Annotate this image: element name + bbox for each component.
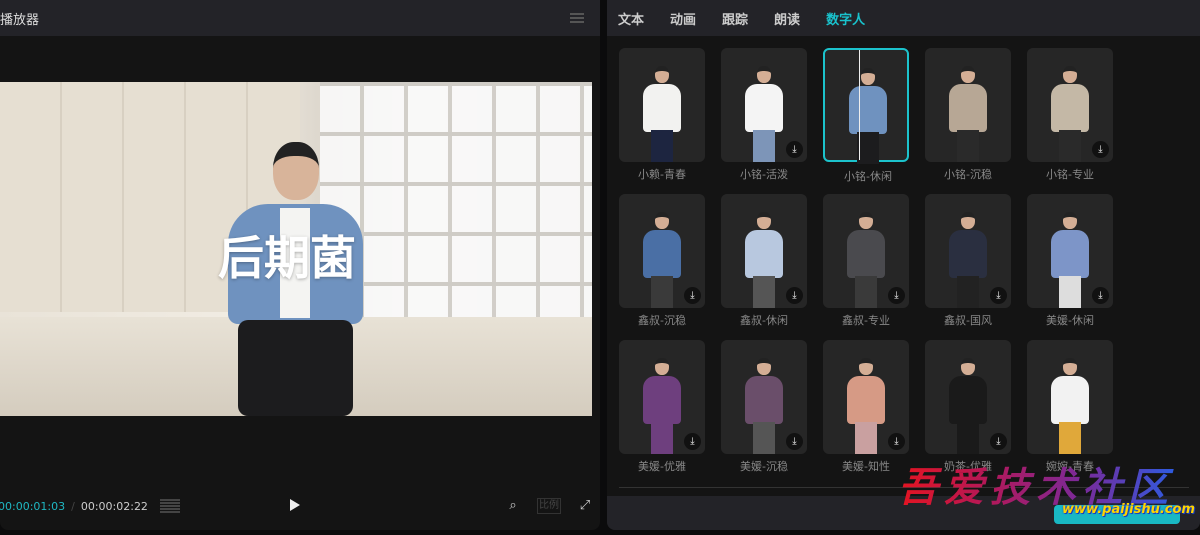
- avatar-label: 小铭-专业: [1046, 168, 1094, 181]
- avatar-card[interactable]: ⤓ 美媛-知性: [823, 340, 909, 473]
- avatar-card[interactable]: ⤓ 小铭-活泼: [721, 48, 807, 181]
- download-icon[interactable]: ⤓: [888, 287, 905, 304]
- total-time: 00:00:02:22: [80, 499, 148, 513]
- tab-0[interactable]: 文本: [618, 9, 644, 28]
- avatar-label: 美媛-沉稳: [740, 460, 788, 473]
- download-icon[interactable]: ⤓: [990, 287, 1007, 304]
- avatar-card[interactable]: 婉婉-青春: [1027, 340, 1113, 473]
- download-icon[interactable]: ⤓: [786, 287, 803, 304]
- download-icon[interactable]: ⤓: [990, 433, 1007, 450]
- avatar-card[interactable]: ⤓ 美媛-休闲: [1027, 194, 1113, 327]
- player-panel: 播放器 后期菌 00:00:01:03 / 00:00:02:22 ⌕ 比例 ⤢: [0, 0, 600, 530]
- avatar-card[interactable]: ⤓ 鑫叔-国风: [925, 194, 1011, 327]
- avatar-card[interactable]: ⤓ 鑫叔-休闲: [721, 194, 807, 327]
- avatar-card[interactable]: ⤓ 美媛-沉稳: [721, 340, 807, 473]
- avatar-thumbnail: [949, 66, 987, 162]
- avatar-label: 美媛-休闲: [1046, 314, 1094, 327]
- download-icon[interactable]: ⤓: [786, 433, 803, 450]
- download-icon[interactable]: ⤓: [684, 287, 701, 304]
- avatar-label: 鑫叔-专业: [842, 314, 890, 327]
- avatar-thumbnail: [1051, 358, 1089, 454]
- avatar-thumbnail: [745, 66, 783, 162]
- avatar-label: 小铭-活泼: [740, 168, 788, 181]
- avatar-card[interactable]: ⤓ 美媛-优雅: [619, 340, 705, 473]
- properties-panel: 文本 动画 跟踪 朗读 数字人 小赖-青春 ⤓ 小铭-活泼 小铭-休闲 小铭-沉稳 ⤓ 小铭-专业 ⤓…: [607, 0, 1200, 530]
- avatar-thumbnail: [643, 358, 681, 454]
- play-icon[interactable]: [290, 499, 300, 511]
- menu-icon[interactable]: [570, 13, 584, 23]
- avatar-thumbnail: [745, 212, 783, 308]
- time-separator: /: [71, 499, 75, 513]
- avatar-thumbnail: [849, 68, 887, 164]
- avatar-label: 小铭-沉稳: [944, 168, 992, 181]
- download-icon[interactable]: ⤓: [1092, 287, 1109, 304]
- ratio-button[interactable]: 比例: [537, 498, 561, 514]
- avatar-thumbnail: [643, 66, 681, 162]
- avatar-thumbnail: [1051, 66, 1089, 162]
- fullscreen-icon[interactable]: ⤢: [577, 498, 593, 514]
- avatar-grid: 小赖-青春 ⤓ 小铭-活泼 小铭-休闲 小铭-沉稳 ⤓ 小铭-专业 ⤓ 鑫叔-沉稳 ⤓ 鑫叔-休闲 ⤓…: [619, 48, 1113, 473]
- tab-1[interactable]: 动画: [670, 9, 696, 28]
- watermark-url: www.paijishu.com: [1062, 502, 1195, 517]
- avatar-label: 鑫叔-休闲: [740, 314, 788, 327]
- avatar-label: 美媛-优雅: [638, 460, 686, 473]
- waveform-icon[interactable]: [159, 499, 180, 513]
- tab-3[interactable]: 朗读: [774, 9, 800, 28]
- download-icon[interactable]: ⤓: [684, 433, 701, 450]
- avatar-thumbnail: [1051, 212, 1089, 308]
- video-preview[interactable]: 后期菌: [0, 82, 592, 416]
- tab-bar: 文本 动画 跟踪 朗读 数字人: [607, 0, 1200, 36]
- avatar-label: 小铭-休闲: [844, 170, 892, 183]
- avatar-card[interactable]: 小赖-青春: [619, 48, 705, 181]
- avatar-card[interactable]: ⤓ 小铭-专业: [1027, 48, 1113, 181]
- avatar-thumbnail: [745, 358, 783, 454]
- player-controls: 00:00:01:03 / 00:00:02:22 ⌕ 比例 ⤢: [0, 496, 600, 516]
- tab-4[interactable]: 数字人: [826, 9, 865, 28]
- avatar-card[interactable]: 小铭-休闲: [823, 48, 909, 183]
- avatar-thumbnail: [949, 358, 987, 454]
- player-title: 播放器: [0, 12, 40, 28]
- overlay-text[interactable]: 后期菌: [218, 222, 356, 288]
- avatar-card[interactable]: ⤓ 鑫叔-专业: [823, 194, 909, 327]
- avatar-thumbnail: [643, 212, 681, 308]
- avatar-card[interactable]: ⤓ 鑫叔-沉稳: [619, 194, 705, 327]
- avatar-thumbnail: [847, 358, 885, 454]
- player-header: 播放器: [0, 0, 600, 36]
- tab-2[interactable]: 跟踪: [722, 9, 748, 28]
- avatar-card[interactable]: 小铭-沉稳: [925, 48, 1011, 181]
- avatar-card[interactable]: ⤓奶茶-优雅: [925, 340, 1011, 473]
- avatar-label: 鑫叔-国风: [944, 314, 992, 327]
- avatar-thumbnail: [847, 212, 885, 308]
- current-time: 00:00:01:03: [0, 499, 66, 513]
- avatar-label: 鑫叔-沉稳: [638, 314, 686, 327]
- download-icon[interactable]: ⤓: [1092, 141, 1109, 158]
- download-icon[interactable]: ⤓: [786, 141, 803, 158]
- avatar-label: 小赖-青春: [638, 168, 686, 181]
- zoom-fit-icon[interactable]: ⌕: [505, 498, 521, 514]
- avatar-thumbnail: [949, 212, 987, 308]
- download-icon[interactable]: ⤓: [888, 433, 905, 450]
